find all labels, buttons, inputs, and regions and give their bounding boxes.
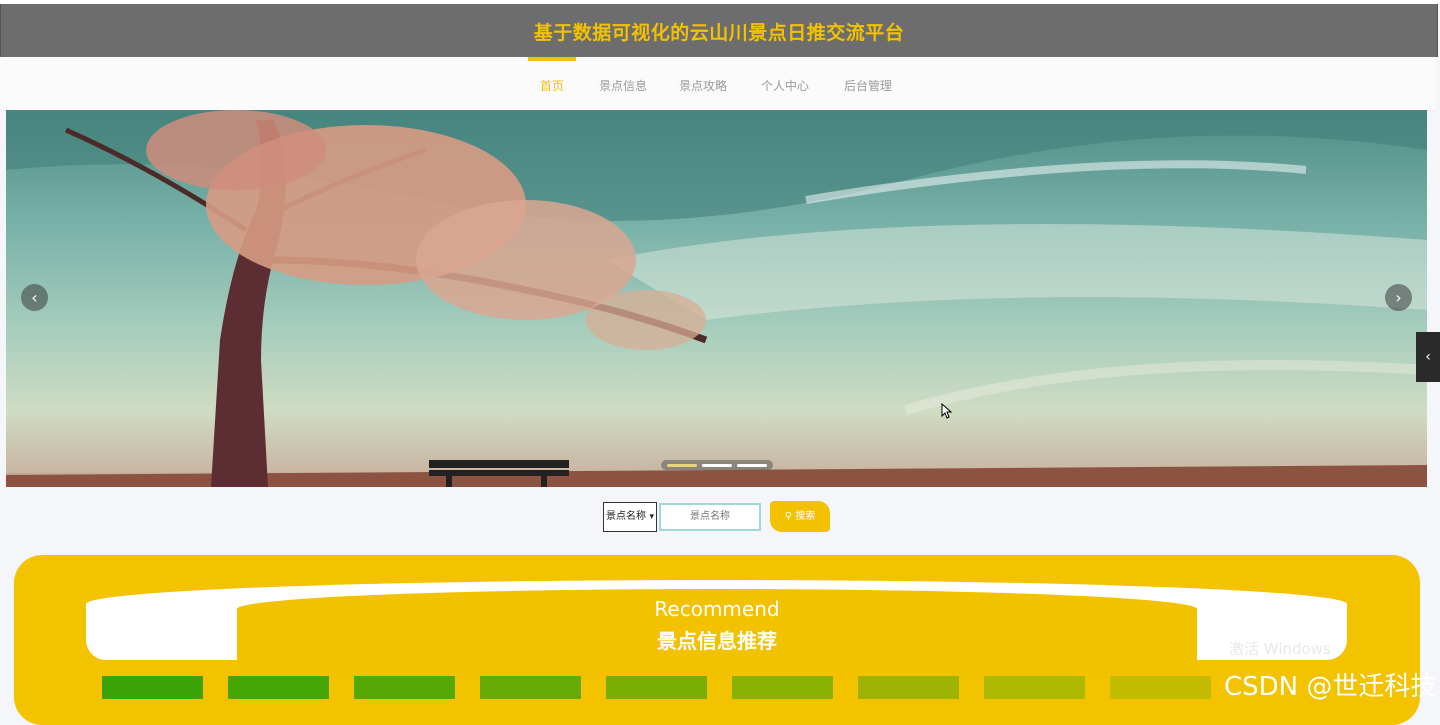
recommend-tab-1[interactable]: [102, 676, 203, 699]
recommend-tab-2[interactable]: [228, 676, 329, 699]
search-icon: ⚲: [784, 511, 793, 522]
recommend-tab-9[interactable]: [1110, 676, 1211, 699]
recommend-tab-5[interactable]: [606, 676, 707, 699]
search-input-placeholder: 景点名称: [690, 511, 730, 522]
nav-item-guides[interactable]: 景点攻略: [679, 77, 727, 94]
chevron-right-icon: ›: [1395, 288, 1402, 307]
main-nav: 首页 景点信息 景点攻略 个人中心 后台管理: [0, 57, 1436, 111]
chevron-left-icon: ‹: [31, 288, 38, 307]
recommend-tab-7[interactable]: [858, 676, 959, 699]
carousel-next-button[interactable]: ›: [1385, 284, 1412, 311]
recommend-tab-4[interactable]: [480, 676, 581, 699]
carousel-indicator-2[interactable]: [702, 464, 732, 467]
search-button-label: 搜索: [795, 511, 816, 522]
carousel-prev-button[interactable]: ‹: [21, 284, 48, 311]
site-title: 基于数据可视化的云山川景点日推交流平台: [533, 22, 905, 44]
recommend-tab-6[interactable]: [732, 676, 833, 699]
recommend-tab-3[interactable]: [354, 676, 455, 699]
csdn-watermark: CSDN @世迁科技: [1224, 672, 1437, 702]
nav-active-indicator: [528, 57, 576, 61]
nav-item-home[interactable]: 首页: [540, 77, 564, 94]
chevron-left-icon: ‹: [1425, 349, 1431, 365]
mouse-cursor-icon: [941, 402, 953, 423]
recommend-title-en: Recommend: [654, 597, 780, 621]
chevron-down-icon: ▾: [649, 512, 654, 522]
recommend-title-cn: 景点信息推荐: [657, 629, 777, 653]
activate-windows-watermark: 激活 Windows: [1229, 640, 1331, 658]
carousel-slide-image: [6, 110, 1427, 487]
carousel-indicator-3[interactable]: [737, 464, 767, 467]
search-button[interactable]: ⚲ 搜索: [770, 501, 830, 532]
nav-item-admin[interactable]: 后台管理: [844, 77, 892, 94]
side-panel-toggle[interactable]: ‹: [1416, 332, 1440, 382]
search-input[interactable]: 景点名称: [659, 503, 761, 531]
recommend-tab-8[interactable]: [984, 676, 1085, 699]
nav-item-attractions[interactable]: 景点信息: [599, 77, 647, 94]
carousel-indicators: [661, 460, 773, 470]
nav-item-profile[interactable]: 个人中心: [761, 77, 809, 94]
carousel-indicator-1[interactable]: [667, 464, 697, 467]
search-field-select[interactable]: 景点名称 ▾: [603, 502, 657, 532]
carousel: ‹ ›: [6, 110, 1427, 487]
header-bar: 基于数据可视化的云山川景点日推交流平台: [0, 4, 1438, 57]
recommend-section: Recommend 景点信息推荐: [14, 555, 1420, 725]
search-select-value: 景点名称: [606, 511, 646, 522]
